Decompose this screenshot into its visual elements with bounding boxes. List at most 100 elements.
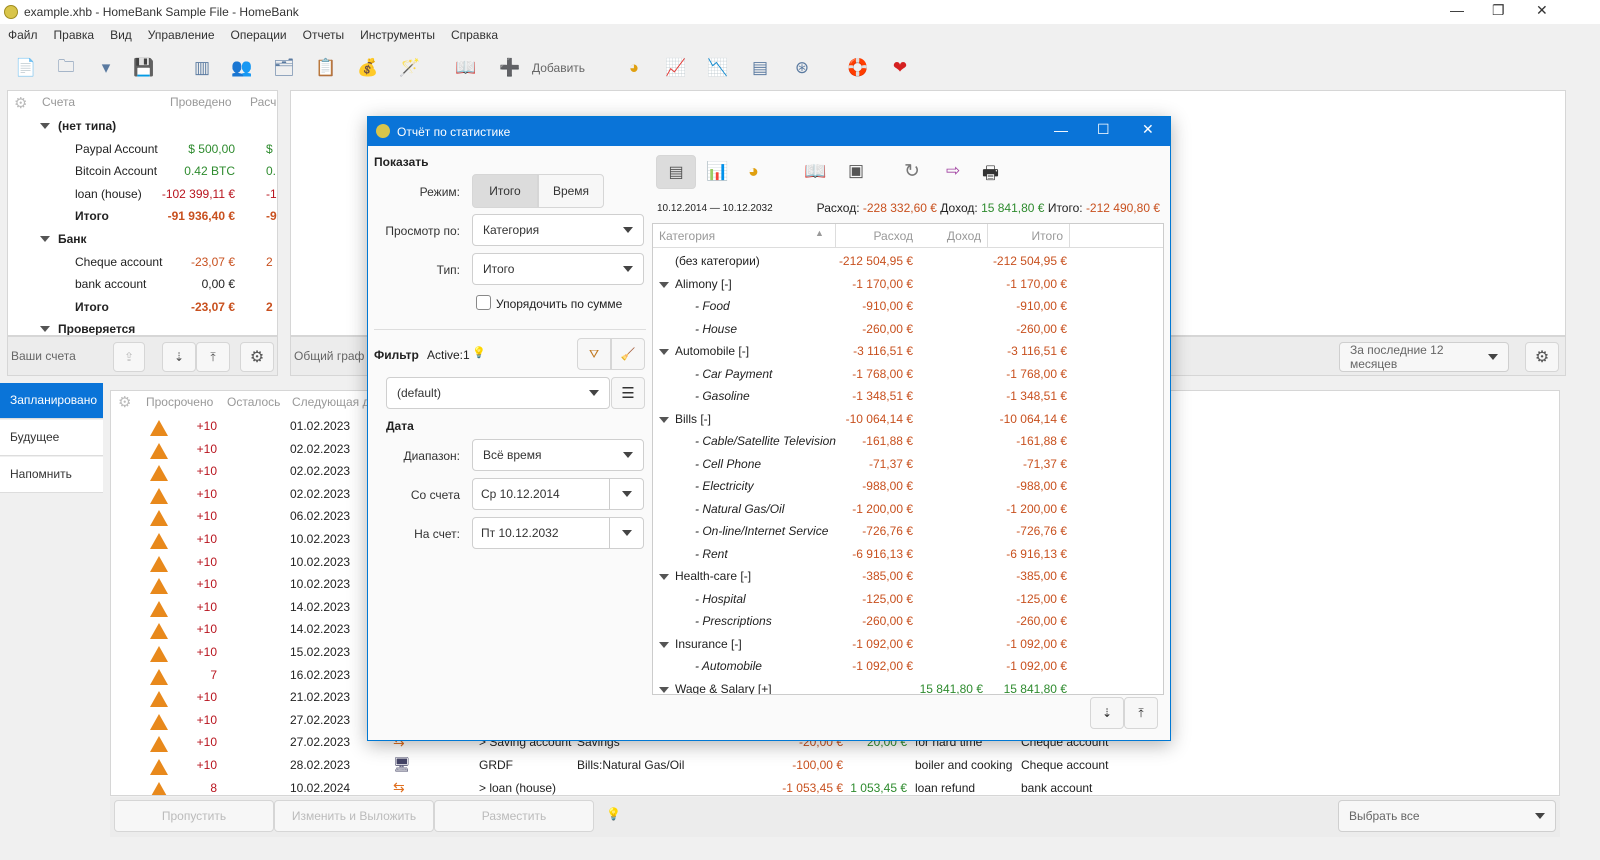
statistics-pie-icon[interactable]: ◕ [622,56,646,80]
dialog-close-button[interactable]: ✕ [1142,121,1154,138]
show-details-book-icon[interactable]: 📖 [804,161,826,182]
col-total[interactable]: Итого [987,229,1063,243]
account-name[interactable]: bank account [75,277,146,291]
category-name[interactable]: Alimony [-] [675,277,732,291]
col-cleared[interactable]: Проведено [170,95,232,109]
export-button[interactable]: ⇪ [113,342,145,372]
filter-menu-icon[interactable]: ☰ [611,377,645,409]
expander-icon[interactable] [659,686,669,693]
print-icon[interactable]: 🖶 [982,161,999,191]
skip-button[interactable]: Пропустить [114,800,274,832]
col-income[interactable]: Доход [917,229,981,243]
category-name[interactable]: - Cell Phone [695,457,761,471]
select-all-dropdown[interactable]: Выбрать все [1338,800,1556,832]
graph-gear-icon[interactable]: ⚙ [1525,342,1559,372]
accounts-icon[interactable]: ▥ [190,56,214,80]
gear-icon[interactable]: ⚙ [240,342,274,372]
post-button[interactable]: Разместить [434,800,594,832]
edit-and-post-button[interactable]: Изменить и Выложить [274,800,434,832]
account-group[interactable]: Проверяется [58,322,135,335]
menu-item[interactable]: Вид [102,25,140,45]
bar-chart-icon[interactable]: 📊 [706,161,728,182]
col-accounts[interactable]: Счета [42,95,75,109]
sort-by-amount-label[interactable]: Упорядочить по сумме [496,297,622,311]
category-name[interactable]: - Electricity [695,479,754,493]
mode-time-toggle[interactable]: Время [538,174,604,208]
dialog-minimize-button[interactable]: — [1054,122,1068,138]
account-group[interactable]: (нет типа) [58,119,116,133]
menu-item[interactable]: Файл [0,25,46,45]
menu-item[interactable]: Управление [140,25,223,45]
balance-icon[interactable]: 📉 [706,56,730,80]
category-name[interactable]: - Cable/Satellite Television [695,434,836,448]
category-name[interactable]: Wage & Salary [+] [675,682,772,695]
report-collapse-all-button[interactable]: ⤒ [1124,697,1158,729]
minimize-button[interactable]: — [1450,2,1464,18]
from-date-input[interactable]: Ср 10.12.2014 [472,478,644,510]
filter-preset-select[interactable]: (default) [386,377,610,409]
expander-icon[interactable] [659,574,669,580]
range-select[interactable]: Всё время [472,439,644,471]
maximize-button[interactable]: ❐ [1492,2,1505,19]
category-name[interactable]: - Prescriptions [695,614,772,628]
category-name[interactable]: - House [695,322,737,336]
help-icon[interactable]: 🛟 [846,56,870,80]
dialog-maximize-button[interactable]: ☐ [1097,121,1110,138]
mode-total-toggle[interactable]: Итого [472,174,538,208]
to-date-dropdown[interactable] [609,518,643,548]
expander-icon[interactable] [40,123,50,129]
add-operation-icon[interactable]: ➕ [498,56,522,80]
category-name[interactable]: - On-line/Internet Service [695,524,828,538]
dropdown-icon[interactable]: ▾ [94,56,118,80]
category-name[interactable]: - Food [695,299,730,313]
categories-icon[interactable]: 🗂 [272,56,296,80]
vehicle-cost-icon[interactable]: ⊛ [790,56,814,80]
collapse-all-button[interactable]: ⤒ [196,342,230,372]
tab-future[interactable]: Будущее [0,420,103,456]
legend-icon[interactable]: ▣ [848,161,864,181]
tab-remind[interactable]: Напомнить [0,457,103,493]
scheduled-gear-icon[interactable]: ⚙ [118,393,131,411]
type-select[interactable]: Итого [472,253,644,285]
col-remaining[interactable]: Осталось [227,395,280,409]
menu-item[interactable]: Справка [443,25,506,45]
new-file-icon[interactable]: 📄 [14,56,38,80]
payees-icon[interactable]: 👥 [230,56,254,80]
category-name[interactable]: Insurance [-] [675,637,742,651]
edit-filter-button[interactable]: ⛛ [577,338,611,370]
category-name[interactable]: Health-care [-] [675,569,751,583]
account-name[interactable]: loan (house) [75,187,142,201]
category-name[interactable]: (без категории) [675,254,760,268]
list-view-icon[interactable]: ▤ [656,155,696,189]
account-name[interactable]: Paypal Account [75,142,158,156]
close-button[interactable]: ✕ [1536,2,1548,19]
menu-item[interactable]: Инструменты [352,25,443,45]
menu-item[interactable]: Операции [223,25,295,45]
expander-icon[interactable] [40,236,50,242]
expander-icon[interactable] [659,416,669,423]
archives-icon[interactable]: 📋 [314,56,338,80]
category-name[interactable]: - Natural Gas/Oil [695,502,784,516]
clear-filter-broom-icon[interactable]: 🧹 [611,338,645,370]
menu-item[interactable]: Правка [46,25,103,45]
expand-all-button[interactable]: ⇣ [162,342,196,372]
category-name[interactable]: Automobile [-] [675,344,749,358]
save-icon[interactable]: 💾 [132,56,156,80]
report-expand-all-button[interactable]: ⇣ [1090,697,1124,729]
open-file-icon[interactable]: 🗀 [54,56,78,80]
expander-icon[interactable] [659,641,669,648]
budget-report-icon[interactable]: ▤ [748,56,772,80]
donate-heart-icon[interactable]: ❤ [888,56,912,80]
category-name[interactable]: - Automobile [695,659,762,673]
budget-icon[interactable]: 💰 [356,56,380,80]
account-name[interactable]: Bitcoin Account [75,164,157,178]
view-by-select[interactable]: Категория [472,214,644,246]
account-group[interactable]: Банк [58,232,87,246]
tab-scheduled[interactable]: Запланировано [0,383,103,419]
refresh-icon[interactable]: ↻ [904,160,920,183]
category-name[interactable]: - Hospital [695,592,746,606]
assign-icon[interactable]: 🪄 [398,56,422,80]
col-projected[interactable]: Расч [250,95,276,109]
col-late[interactable]: Просрочено [146,395,213,409]
col-expense[interactable]: Расход [835,229,913,243]
